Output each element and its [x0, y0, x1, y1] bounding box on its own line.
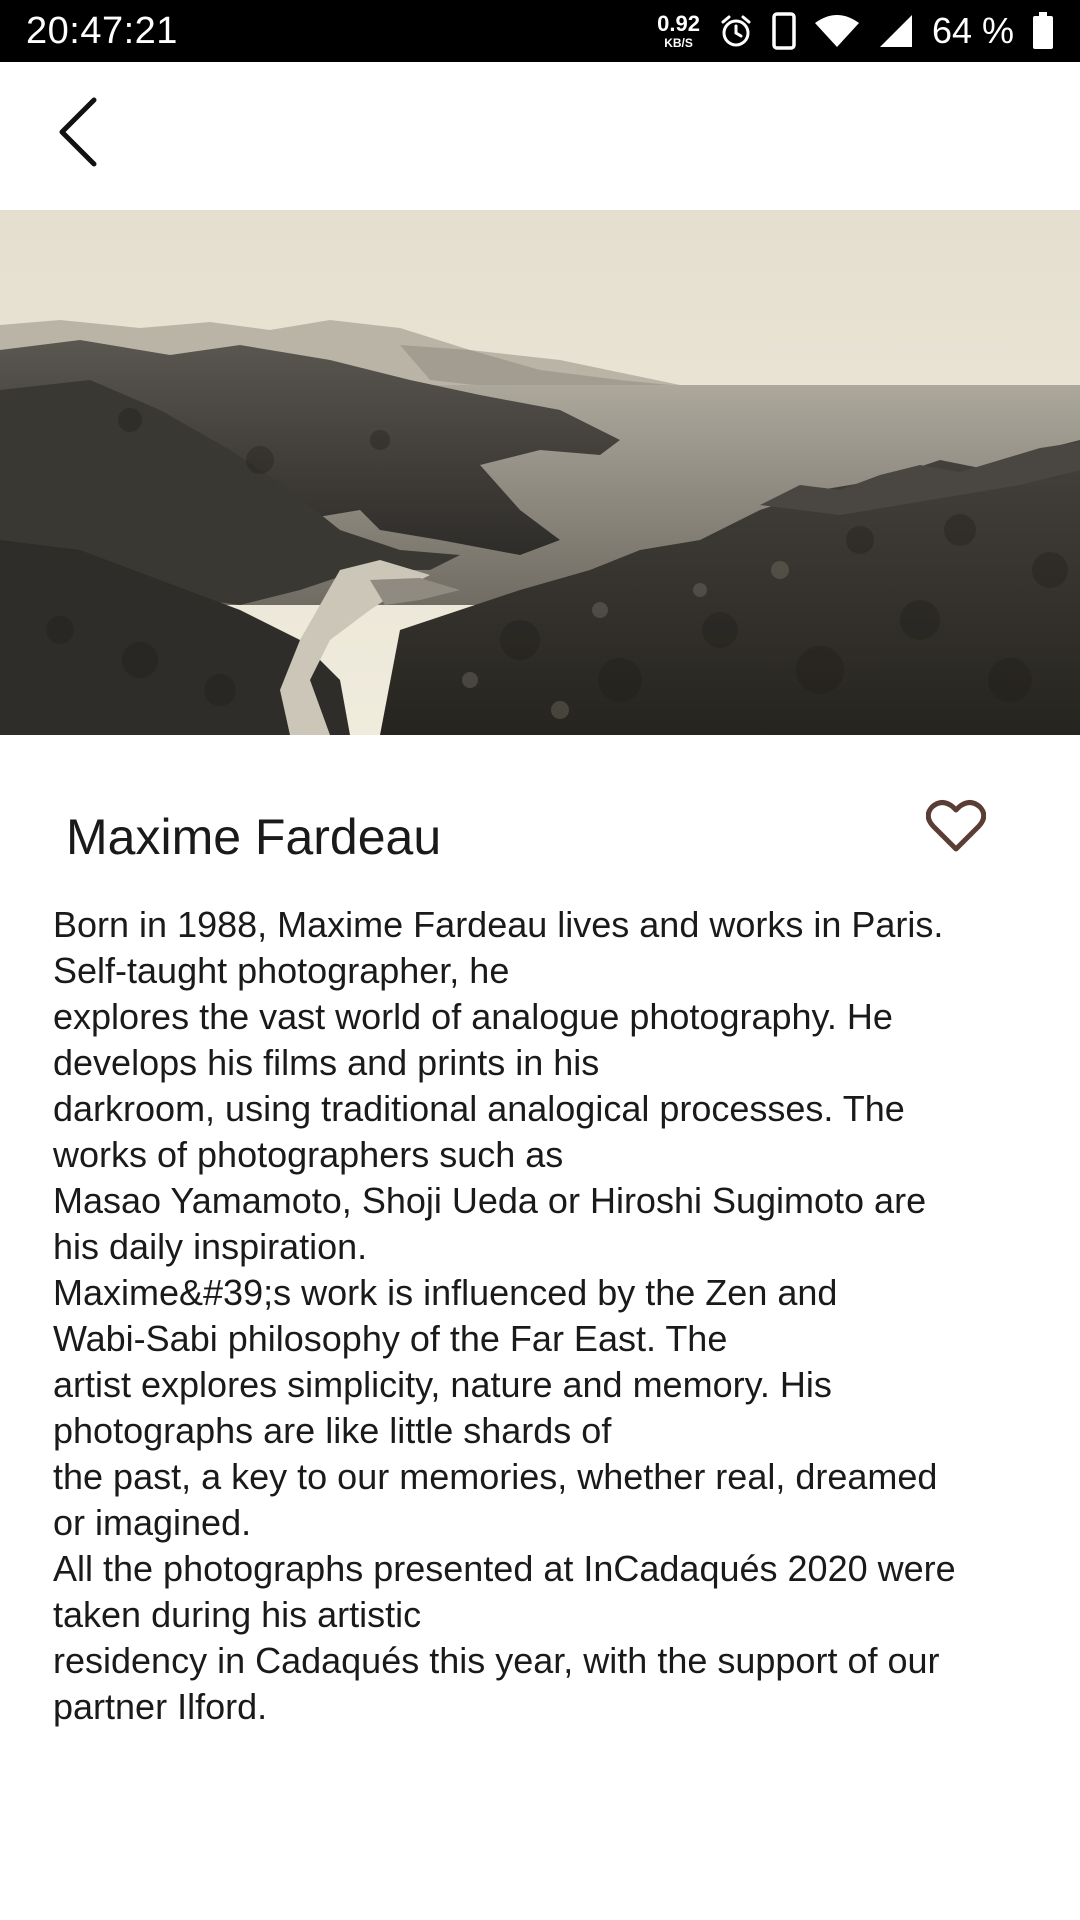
bio-line: Maxime&#39;s work is influenced by the Z…: [53, 1272, 838, 1313]
bio-line: artist explores simplicity, nature and m…: [53, 1364, 832, 1405]
bio-line: his daily inspiration.: [53, 1226, 368, 1267]
artist-bio: Born in 1988, Maxime Fardeau lives and w…: [53, 902, 1043, 1730]
bio-line: partner Ilford.: [53, 1686, 268, 1727]
bio-line: darkroom, using traditional analogical p…: [53, 1088, 905, 1129]
app-bar: [0, 62, 1080, 210]
bio-line: Self-taught photographer, he: [53, 950, 510, 991]
bio-line: Masao Yamamoto, Shoji Ueda or Hiroshi Su…: [53, 1180, 927, 1221]
bio-line: works of photographers such as: [53, 1134, 564, 1175]
network-speed-unit: KB/S: [664, 36, 693, 50]
bio-line: photographs are like little shards of: [53, 1410, 612, 1451]
bio-line: Wabi-Sabi philosophy of the Far East. Th…: [53, 1318, 728, 1359]
bio-line: residency in Cadaqués this year, with th…: [53, 1640, 940, 1681]
bio-line: taken during his artistic: [53, 1594, 422, 1635]
bio-line: the past, a key to our memories, whether…: [53, 1456, 938, 1497]
signal-icon: [878, 13, 914, 49]
alarm-icon: [718, 13, 754, 49]
network-speed-value: 0.92: [657, 11, 700, 36]
artist-name: Maxime Fardeau: [66, 809, 442, 865]
battery-percent: 64 %: [931, 10, 1014, 51]
bio-line: explores the vast world of analogue phot…: [53, 996, 893, 1037]
back-button[interactable]: [38, 94, 118, 174]
bio-line: or imagined.: [53, 1502, 252, 1543]
status-bar: 20:47:21 0.92 KB/S 64 %: [0, 0, 1080, 62]
chevron-left-icon: [54, 96, 102, 173]
wifi-icon: [814, 13, 860, 49]
artist-header: Maxime Fardeau: [0, 790, 1080, 890]
bio-line: develops his films and prints in his: [53, 1042, 600, 1083]
bio-line: Born in 1988, Maxime Fardeau lives and w…: [53, 904, 944, 945]
bio-line: All the photographs presented at InCadaq…: [53, 1548, 956, 1589]
status-time: 20:47:21: [26, 9, 178, 52]
heart-outline-icon: [925, 799, 987, 858]
phone-icon: [772, 12, 796, 50]
network-speed: 0.92 KB/S: [657, 11, 700, 50]
battery-icon: [1032, 12, 1054, 50]
favorite-button[interactable]: [918, 790, 994, 866]
status-icons: 0.92 KB/S 64 %: [657, 10, 1054, 52]
hero-image: [0, 210, 1080, 735]
